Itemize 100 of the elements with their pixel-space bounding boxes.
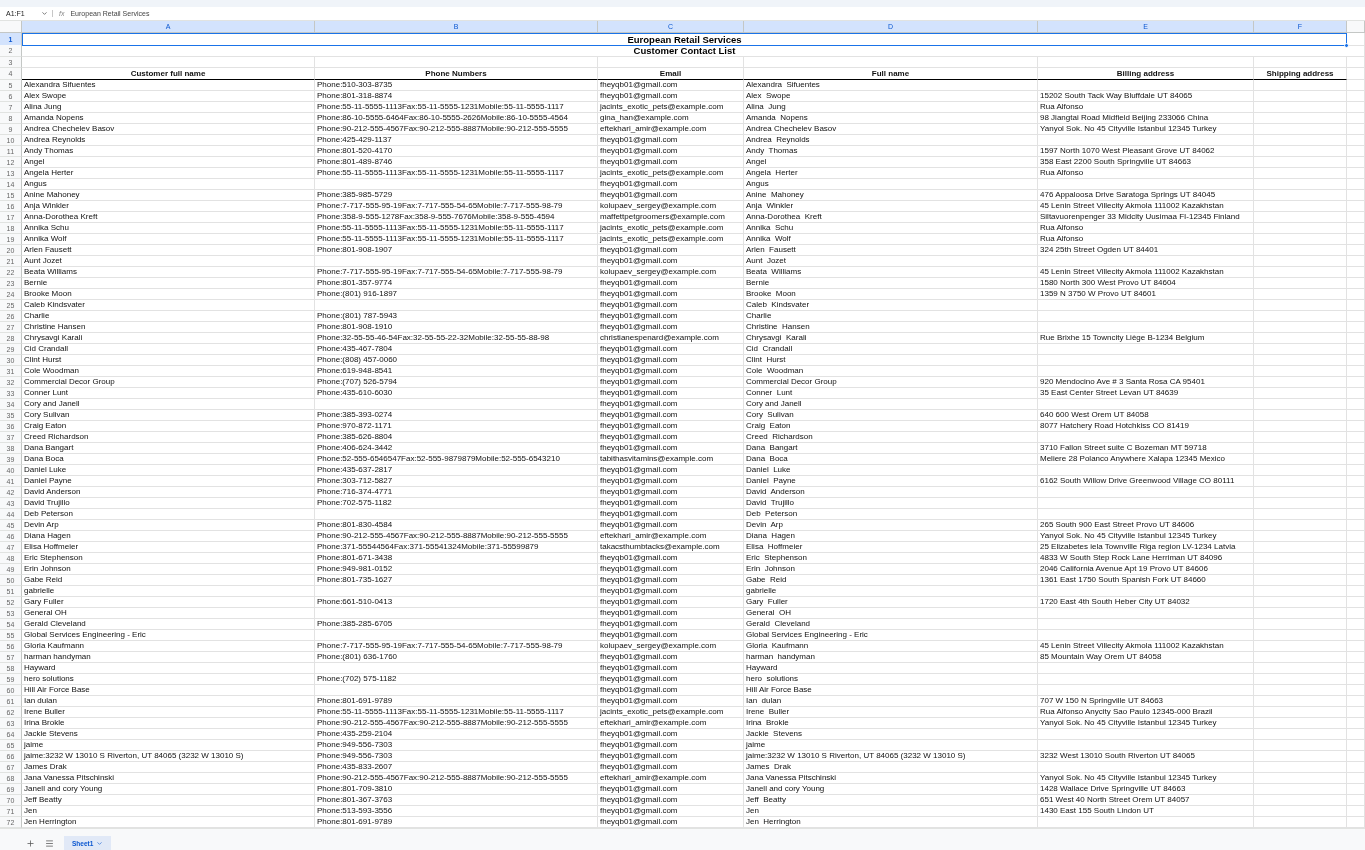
table-cell: 8077 Hatchery Road Hotchkiss CO 81419 (1038, 421, 1254, 433)
table-cell: Bernie (22, 278, 315, 290)
table-cell: Jackie Stevens (744, 729, 1038, 741)
table-cell: Phone:385-285-6705 (315, 619, 598, 631)
table-cell: Cory and Janell (744, 399, 1038, 411)
table-cell: Phone:801-489-8746 (315, 157, 598, 169)
table-cell: fheyqb01@gmail.com (598, 806, 744, 818)
table-cell: fheyqb01@gmail.com (598, 388, 744, 400)
empty-cell (1347, 388, 1365, 400)
empty-cell (1347, 740, 1365, 752)
table-cell: Phone:801-830-4584 (315, 520, 598, 532)
table-cell: Phone:(808) 457-0060 (315, 355, 598, 367)
table-cell: fheyqb01@gmail.com (598, 410, 744, 422)
table-cell: Beata Williams (22, 267, 315, 279)
empty-cell (1347, 234, 1365, 246)
table-cell: Erin Johnson (22, 564, 315, 576)
empty-cell (1347, 630, 1365, 642)
empty-cell (1347, 245, 1365, 257)
table-cell: Jeff Beatty (744, 795, 1038, 807)
table-cell: fheyqb01@gmail.com (598, 278, 744, 290)
table-cell: fheyqb01@gmail.com (598, 344, 744, 356)
table-cell: Cid Crandall (22, 344, 315, 356)
table-cell: 45 Lenin Street Villecity Akmola 111002 Kazakhstan (1038, 267, 1254, 279)
empty-cell (1347, 179, 1365, 191)
table-cell: 640 600 West Orem UT 84058 (1038, 410, 1254, 422)
empty-cell (1347, 45, 1365, 58)
table-cell: Phone:385-626-8804 (315, 432, 598, 444)
table-cell: Amanda Nopens (22, 113, 315, 125)
table-cell: Christine Hansen (22, 322, 315, 334)
table-cell: Gerald Cleveland (22, 619, 315, 631)
table-cell: kolupaev_sergey@example.com (598, 641, 744, 653)
table-cell: Phone:513-593-3556 (315, 806, 598, 818)
table-cell: fheyqb01@gmail.com (598, 751, 744, 763)
table-cell: 1720 East 4th South Heber City UT 84032 (1038, 597, 1254, 609)
table-cell: Hill Air Force Base (22, 685, 315, 697)
table-cell: fheyqb01@gmail.com (598, 608, 744, 620)
table-cell: Phone:371-55544564Fax:371-55541324Mobile:371-55599879 (315, 542, 598, 554)
empty-cell (1347, 223, 1365, 235)
empty-cell (1347, 608, 1365, 620)
empty-cell (1347, 487, 1365, 499)
add-sheet-button[interactable] (26, 838, 35, 848)
table-cell: Annika Wolf (744, 234, 1038, 246)
table-cell: Phone:55-11-5555-1113Fax:55-11-5555-1231Mobile:55-11-5555-1117 (315, 102, 598, 114)
table-cell: fheyqb01@gmail.com (598, 355, 744, 367)
empty-cell (1347, 91, 1365, 103)
table-cell: fheyqb01@gmail.com (598, 256, 744, 268)
table-cell: fheyqb01@gmail.com (598, 762, 744, 774)
table-cell: Angela Herter (22, 168, 315, 180)
table-cell: Elisa Hoffmeier (744, 542, 1038, 554)
table-cell: Hayward (22, 663, 315, 675)
empty-cell (1347, 410, 1365, 422)
table-cell: Gary Fuller (22, 597, 315, 609)
menu-icon[interactable] (45, 838, 54, 848)
table-cell: 4833 W South Step Rock Lane Herriman UT 84096 (1038, 553, 1254, 565)
table-cell: Jackie Stevens (22, 729, 315, 741)
empty-cell (1347, 344, 1365, 356)
table-cell: tabithasvitamins@example.com (598, 454, 744, 466)
column-title: Billing address (1038, 68, 1254, 81)
table-cell: Daniel Luke (22, 465, 315, 477)
empty-cell (1347, 718, 1365, 730)
table-cell: General OH (22, 608, 315, 620)
table-cell: Janell and cory Young (22, 784, 315, 796)
table-cell: Rua Alfonso (1038, 223, 1254, 235)
empty-cell (1347, 773, 1365, 785)
table-cell: Janell and cory Young (744, 784, 1038, 796)
table-cell: Meliere 28 Polanco Anywhere Xalapa 12345 Mexico (1038, 454, 1254, 466)
table-cell: Ian dulan (22, 696, 315, 708)
table-cell: 651 West 40 North Street Orem UT 84057 (1038, 795, 1254, 807)
table-cell: fheyqb01@gmail.com (598, 619, 744, 631)
table-cell: Cory and Janell (22, 399, 315, 411)
table-cell: eftekhari_amir@example.com (598, 531, 744, 543)
table-cell: Phone:435-467-7804 (315, 344, 598, 356)
empty-cell (1347, 465, 1365, 477)
empty-cell (1347, 685, 1365, 697)
table-cell: Phone:801-367-3763 (315, 795, 598, 807)
table-cell: Phone:(801) 916-1897 (315, 289, 598, 301)
empty-cell (1347, 113, 1365, 125)
table-cell: fheyqb01@gmail.com (598, 190, 744, 202)
table-cell: Phone:406-624-3442 (315, 443, 598, 455)
table-cell: fheyqb01@gmail.com (598, 663, 744, 675)
empty-cell (1347, 355, 1365, 367)
table-cell: Phone:385-393-0274 (315, 410, 598, 422)
table-cell: Rua Alfonso Anycity Sao Paulo 12345-000 Brazil (1038, 707, 1254, 719)
empty-cell (1347, 322, 1365, 334)
table-cell: harman handyman (22, 652, 315, 664)
table-cell: Caleb Kindsvater (744, 300, 1038, 312)
table-cell: Phone:801-735-1627 (315, 575, 598, 587)
table-cell: Phone:949-981-0152 (315, 564, 598, 576)
table-cell: Chrysavgi Karali (744, 333, 1038, 345)
table-cell: Phone:7-717-555-95-19Fax:7-717-555-54-65Mobile:7-717-555-98-79 (315, 641, 598, 653)
fill-handle[interactable] (1344, 43, 1349, 49)
table-cell: fheyqb01@gmail.com (598, 520, 744, 532)
table-cell: Rua Alfonso (1038, 102, 1254, 114)
table-cell: Phone:435-637-2817 (315, 465, 598, 477)
table-cell: Irina Brokle (744, 718, 1038, 730)
empty-cell (1347, 674, 1365, 686)
table-cell: fheyqb01@gmail.com (598, 289, 744, 301)
table-cell: christianespenard@example.com (598, 333, 744, 345)
table-cell: Jeff Beatty (22, 795, 315, 807)
table-cell: Irene Buller (744, 707, 1038, 719)
